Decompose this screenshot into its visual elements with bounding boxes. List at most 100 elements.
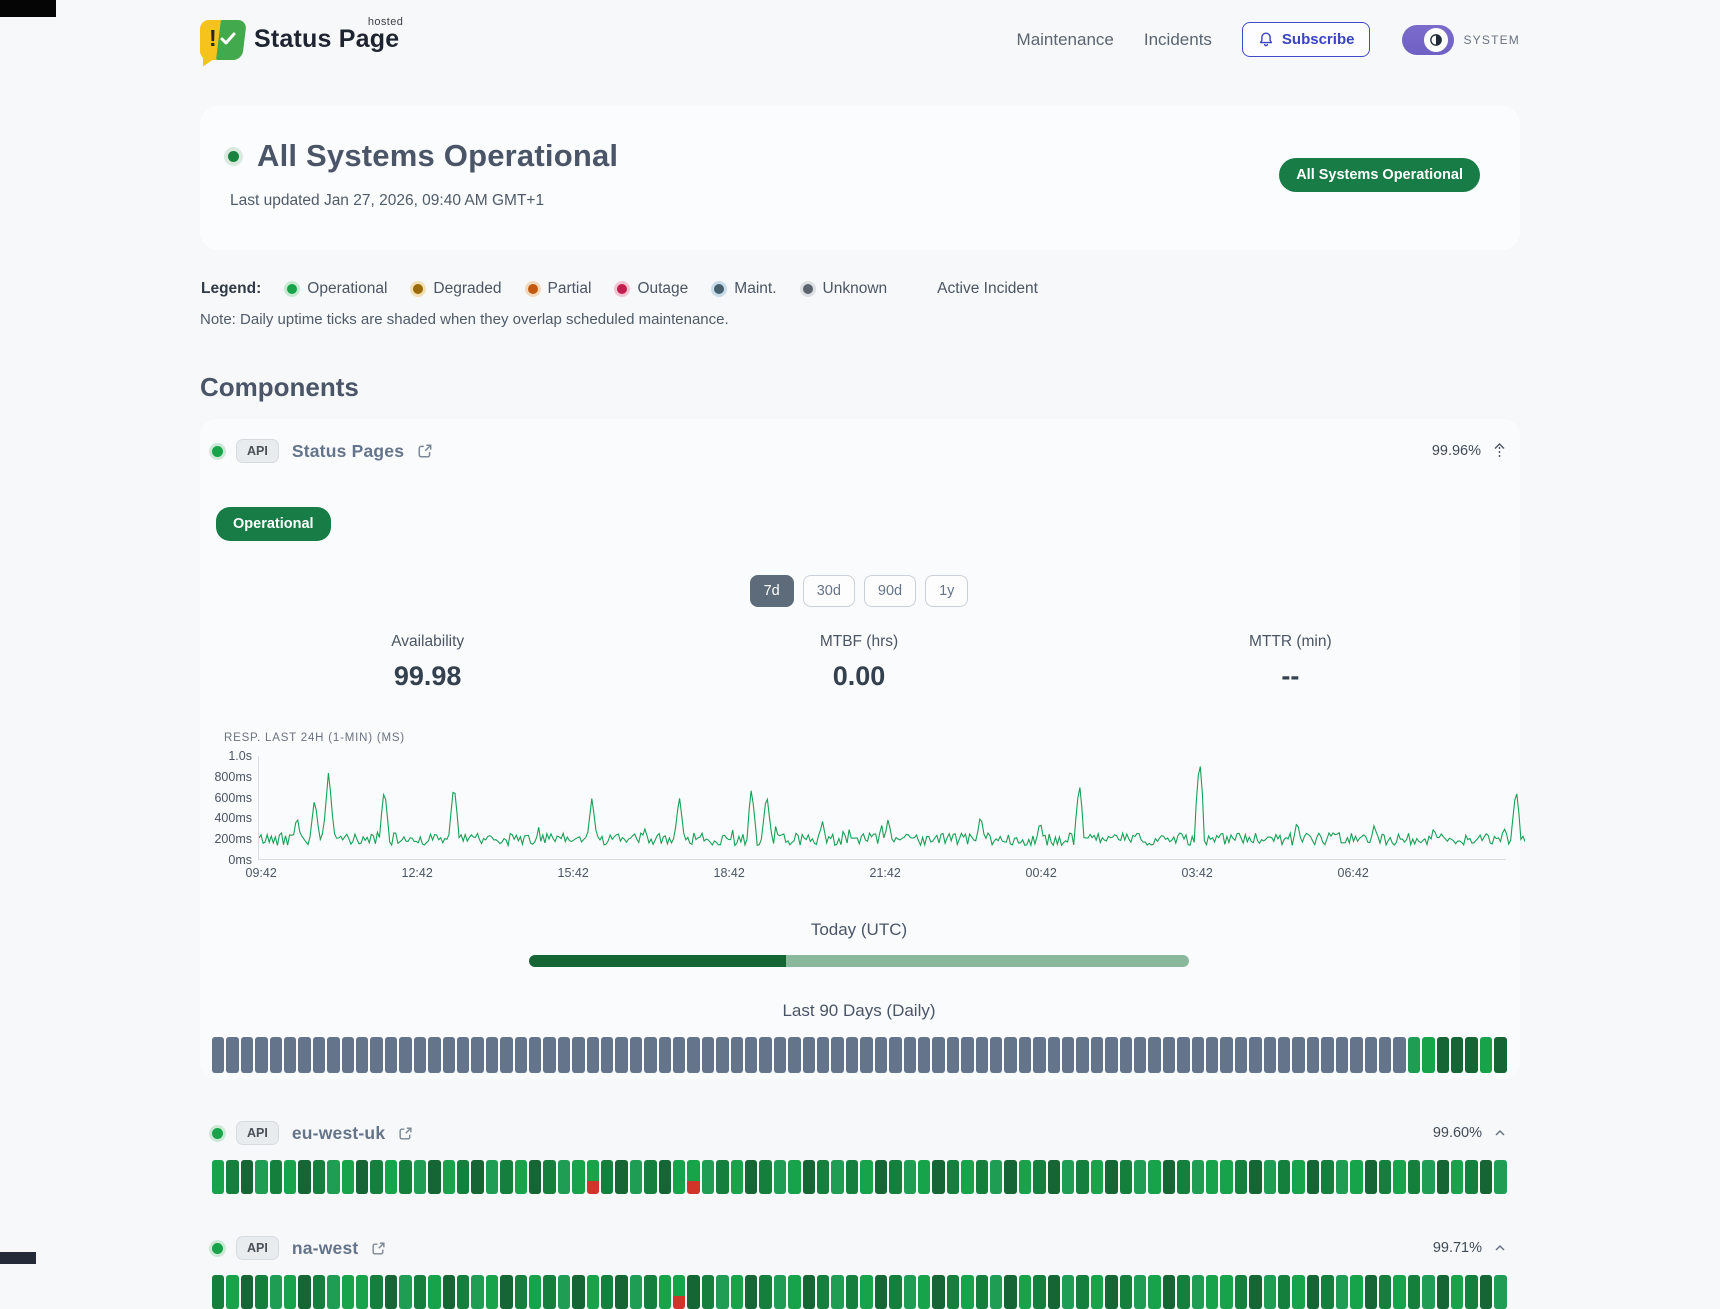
uptime-tick[interactable] bbox=[1437, 1037, 1449, 1073]
uptime-tick[interactable] bbox=[947, 1160, 959, 1194]
uptime-tick[interactable] bbox=[1091, 1160, 1103, 1194]
uptime-tick[interactable] bbox=[1264, 1275, 1276, 1309]
uptime-tick[interactable] bbox=[889, 1275, 901, 1309]
uptime-tick[interactable] bbox=[860, 1160, 872, 1194]
uptime-tick[interactable] bbox=[1350, 1037, 1362, 1073]
uptime-tick[interactable] bbox=[1422, 1160, 1434, 1194]
uptime-tick[interactable] bbox=[1220, 1160, 1232, 1194]
uptime-tick[interactable] bbox=[1134, 1160, 1146, 1194]
uptime-tick[interactable] bbox=[673, 1160, 685, 1194]
nav-incidents[interactable]: Incidents bbox=[1144, 30, 1212, 50]
uptime-tick[interactable] bbox=[1365, 1160, 1377, 1194]
uptime-tick[interactable] bbox=[1494, 1160, 1506, 1194]
uptime-tick[interactable] bbox=[659, 1037, 671, 1073]
uptime-tick[interactable] bbox=[241, 1275, 253, 1309]
uptime-tick[interactable] bbox=[817, 1037, 829, 1073]
uptime-tick[interactable] bbox=[1365, 1037, 1377, 1073]
uptime-tick[interactable] bbox=[529, 1037, 541, 1073]
uptime-tick[interactable] bbox=[918, 1037, 930, 1073]
collapse-button[interactable] bbox=[1493, 443, 1506, 460]
uptime-tick[interactable] bbox=[601, 1037, 613, 1073]
uptime-tick[interactable] bbox=[702, 1275, 714, 1309]
range-button-7d[interactable]: 7d bbox=[750, 575, 794, 607]
uptime-tick[interactable] bbox=[831, 1160, 843, 1194]
uptime-tick[interactable] bbox=[342, 1275, 354, 1309]
uptime-tick[interactable] bbox=[1019, 1275, 1031, 1309]
uptime-tick[interactable] bbox=[515, 1037, 527, 1073]
uptime-tick[interactable] bbox=[659, 1275, 671, 1309]
uptime-tick[interactable] bbox=[831, 1037, 843, 1073]
uptime-tick[interactable] bbox=[1393, 1275, 1405, 1309]
uptime-tick[interactable] bbox=[414, 1037, 426, 1073]
uptime-tick[interactable] bbox=[572, 1275, 584, 1309]
expand-button[interactable] bbox=[1494, 1244, 1506, 1252]
uptime-tick[interactable] bbox=[1422, 1275, 1434, 1309]
uptime-tick[interactable] bbox=[1062, 1037, 1074, 1073]
uptime-tick[interactable] bbox=[298, 1160, 310, 1194]
uptime-tick[interactable] bbox=[1076, 1160, 1088, 1194]
uptime-tick[interactable] bbox=[1192, 1037, 1204, 1073]
uptime-tick[interactable] bbox=[500, 1037, 512, 1073]
uptime-tick[interactable] bbox=[471, 1275, 483, 1309]
uptime-tick[interactable] bbox=[774, 1160, 786, 1194]
uptime-tick[interactable] bbox=[543, 1160, 555, 1194]
uptime-tick[interactable] bbox=[759, 1160, 771, 1194]
uptime-tick[interactable] bbox=[414, 1160, 426, 1194]
uptime-tick[interactable] bbox=[601, 1275, 613, 1309]
uptime-tick[interactable] bbox=[385, 1160, 397, 1194]
uptime-tick[interactable] bbox=[932, 1037, 944, 1073]
uptime-tick[interactable] bbox=[1004, 1275, 1016, 1309]
uptime-tick[interactable] bbox=[687, 1160, 699, 1194]
uptime-tick[interactable] bbox=[298, 1037, 310, 1073]
uptime-tick[interactable] bbox=[1004, 1160, 1016, 1194]
uptime-tick[interactable] bbox=[1451, 1275, 1463, 1309]
uptime-tick[interactable] bbox=[226, 1275, 238, 1309]
uptime-tick[interactable] bbox=[673, 1275, 685, 1309]
external-link-icon[interactable] bbox=[371, 1241, 386, 1256]
uptime-tick[interactable] bbox=[803, 1275, 815, 1309]
uptime-tick[interactable] bbox=[947, 1037, 959, 1073]
uptime-tick[interactable] bbox=[615, 1275, 627, 1309]
uptime-tick[interactable] bbox=[976, 1160, 988, 1194]
uptime-tick[interactable] bbox=[1163, 1160, 1175, 1194]
uptime-tick[interactable] bbox=[1379, 1037, 1391, 1073]
uptime-tick[interactable] bbox=[471, 1037, 483, 1073]
uptime-tick[interactable] bbox=[1235, 1275, 1247, 1309]
uptime-tick[interactable] bbox=[788, 1160, 800, 1194]
uptime-tick[interactable] bbox=[457, 1275, 469, 1309]
uptime-tick[interactable] bbox=[1336, 1037, 1348, 1073]
uptime-tick[interactable] bbox=[212, 1160, 224, 1194]
uptime-tick[interactable] bbox=[1206, 1037, 1218, 1073]
uptime-tick[interactable] bbox=[515, 1160, 527, 1194]
uptime-tick[interactable] bbox=[370, 1275, 382, 1309]
uptime-tick[interactable] bbox=[644, 1275, 656, 1309]
uptime-tick[interactable] bbox=[961, 1275, 973, 1309]
uptime-tick[interactable] bbox=[1033, 1037, 1045, 1073]
uptime-tick[interactable] bbox=[731, 1160, 743, 1194]
uptime-tick[interactable] bbox=[1480, 1275, 1492, 1309]
uptime-tick[interactable] bbox=[947, 1275, 959, 1309]
uptime-tick[interactable] bbox=[471, 1160, 483, 1194]
uptime-tick[interactable] bbox=[529, 1275, 541, 1309]
uptime-tick[interactable] bbox=[1465, 1275, 1477, 1309]
uptime-tick[interactable] bbox=[457, 1037, 469, 1073]
uptime-tick[interactable] bbox=[990, 1037, 1002, 1073]
uptime-tick[interactable] bbox=[543, 1275, 555, 1309]
uptime-tick[interactable] bbox=[1235, 1037, 1247, 1073]
uptime-tick[interactable] bbox=[486, 1037, 498, 1073]
uptime-tick[interactable] bbox=[1105, 1037, 1117, 1073]
uptime-tick[interactable] bbox=[1134, 1275, 1146, 1309]
uptime-tick[interactable] bbox=[1408, 1037, 1420, 1073]
uptime-tick[interactable] bbox=[644, 1037, 656, 1073]
uptime-tick[interactable] bbox=[1120, 1275, 1132, 1309]
uptime-tick[interactable] bbox=[226, 1037, 238, 1073]
uptime-tick[interactable] bbox=[428, 1160, 440, 1194]
uptime-tick[interactable] bbox=[356, 1037, 368, 1073]
subscribe-button[interactable]: Subscribe bbox=[1242, 22, 1371, 57]
uptime-tick[interactable] bbox=[1350, 1160, 1362, 1194]
uptime-tick[interactable] bbox=[356, 1160, 368, 1194]
uptime-tick[interactable] bbox=[529, 1160, 541, 1194]
uptime-ticks-90d[interactable] bbox=[212, 1275, 1506, 1309]
uptime-tick[interactable] bbox=[630, 1275, 642, 1309]
uptime-tick[interactable] bbox=[990, 1160, 1002, 1194]
